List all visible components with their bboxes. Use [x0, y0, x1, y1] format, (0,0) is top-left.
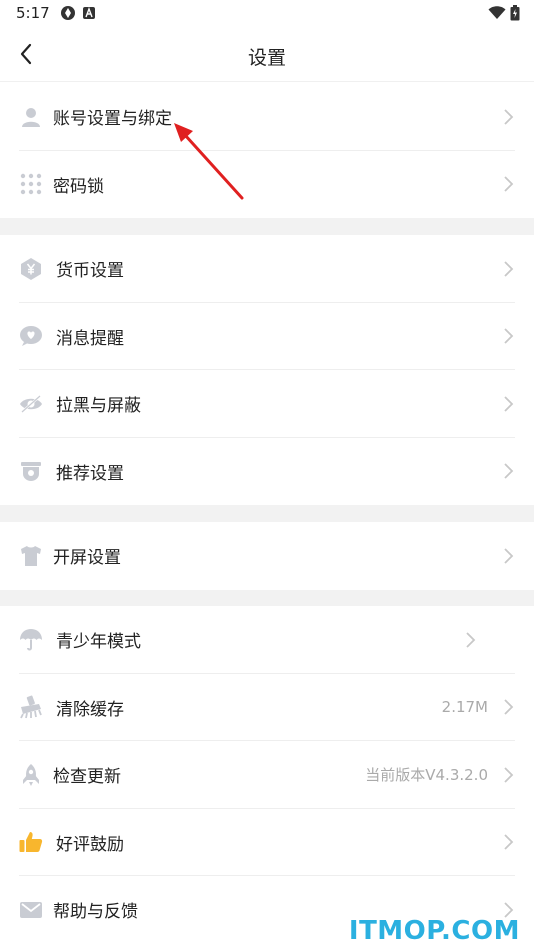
header: 设置 — [0, 28, 534, 82]
settings-item-clear-cache[interactable]: 清除缓存 2.17M — [0, 674, 534, 741]
cache-size-value: 2.17M — [441, 698, 488, 717]
eye-off-icon — [19, 392, 43, 416]
settings-item-message-reminder[interactable]: 消息提醒 — [0, 303, 534, 370]
chevron-right-icon — [466, 632, 476, 648]
chevron-right-icon — [504, 328, 514, 344]
settings-item-label: 推荐设置 — [56, 463, 124, 484]
group-separator — [0, 505, 534, 522]
settings-item-rate-us[interactable]: 好评鼓励 — [0, 809, 534, 876]
status-right-icons — [488, 5, 520, 21]
settings-item-label: 帮助与反馈 — [53, 902, 138, 923]
chevron-right-icon — [504, 834, 514, 850]
yen-coin-icon — [19, 257, 43, 281]
settings-group-general: 青少年模式 清除缓存 2.17M 检查更新 当前版本V4.3.2.0 好评鼓励 … — [0, 606, 534, 944]
recommend-icon — [19, 459, 43, 483]
settings-item-account-binding[interactable]: 账号设置与绑定 — [0, 83, 534, 151]
status-bar: 5:17 — [0, 0, 534, 28]
settings-group-preferences: 货币设置 消息提醒 拉黑与屏蔽 推荐设置 — [0, 235, 534, 505]
broom-icon — [19, 695, 43, 719]
settings-item-label: 开屏设置 — [53, 548, 121, 569]
settings-item-label: 清除缓存 — [56, 699, 124, 720]
umbrella-icon — [19, 628, 43, 652]
a-badge-icon — [83, 7, 95, 19]
settings-group-account: 账号设置与绑定 密码锁 — [0, 83, 534, 218]
settings-item-label: 好评鼓励 — [56, 834, 124, 855]
thumbs-up-icon — [19, 830, 43, 854]
settings-item-label: 检查更新 — [53, 767, 121, 788]
settings-item-splash-screen[interactable]: 开屏设置 — [0, 522, 534, 590]
chevron-right-icon — [504, 261, 514, 277]
group-separator — [0, 218, 534, 235]
status-left-icons — [60, 5, 96, 21]
battery-icon — [510, 5, 520, 21]
page-title: 设置 — [247, 47, 286, 69]
settings-item-check-update[interactable]: 检查更新 当前版本V4.3.2.0 — [0, 741, 534, 809]
chevron-right-icon — [504, 548, 514, 564]
settings-item-label: 青少年模式 — [56, 632, 141, 653]
settings-item-block-and-mute[interactable]: 拉黑与屏蔽 — [0, 370, 534, 438]
app-notification-icon — [61, 6, 75, 20]
status-time: 5:17 — [16, 4, 50, 22]
chevron-right-icon — [504, 767, 514, 783]
mail-icon — [19, 898, 43, 922]
annotation-arrow-icon — [174, 123, 244, 200]
current-version-value: 当前版本V4.3.2.0 — [365, 766, 488, 785]
chevron-right-icon — [504, 109, 514, 125]
chevron-right-icon — [504, 463, 514, 479]
user-icon — [19, 105, 43, 129]
shirt-icon — [19, 544, 43, 568]
chat-heart-icon — [19, 324, 43, 348]
settings-item-recommendation[interactable]: 推荐设置 — [0, 438, 534, 506]
settings-item-currency[interactable]: 货币设置 — [0, 235, 534, 303]
watermark: ITMOP.COM — [348, 916, 520, 946]
chevron-right-icon — [504, 699, 514, 715]
dot-grid-icon — [19, 172, 43, 196]
settings-item-label: 消息提醒 — [56, 328, 124, 349]
settings-item-teen-mode[interactable]: 青少年模式 — [0, 606, 534, 674]
settings-item-label: 拉黑与屏蔽 — [56, 396, 141, 417]
settings-item-label: 货币设置 — [56, 261, 124, 282]
settings-group-splash: 开屏设置 — [0, 522, 534, 590]
wifi-icon — [488, 6, 506, 19]
settings-item-password-lock[interactable]: 密码锁 — [0, 151, 534, 219]
chevron-right-icon — [504, 176, 514, 192]
chevron-right-icon — [504, 396, 514, 412]
settings-item-label: 密码锁 — [53, 176, 104, 197]
rocket-icon — [19, 763, 43, 787]
group-separator — [0, 590, 534, 606]
settings-item-label: 账号设置与绑定 — [53, 109, 172, 130]
